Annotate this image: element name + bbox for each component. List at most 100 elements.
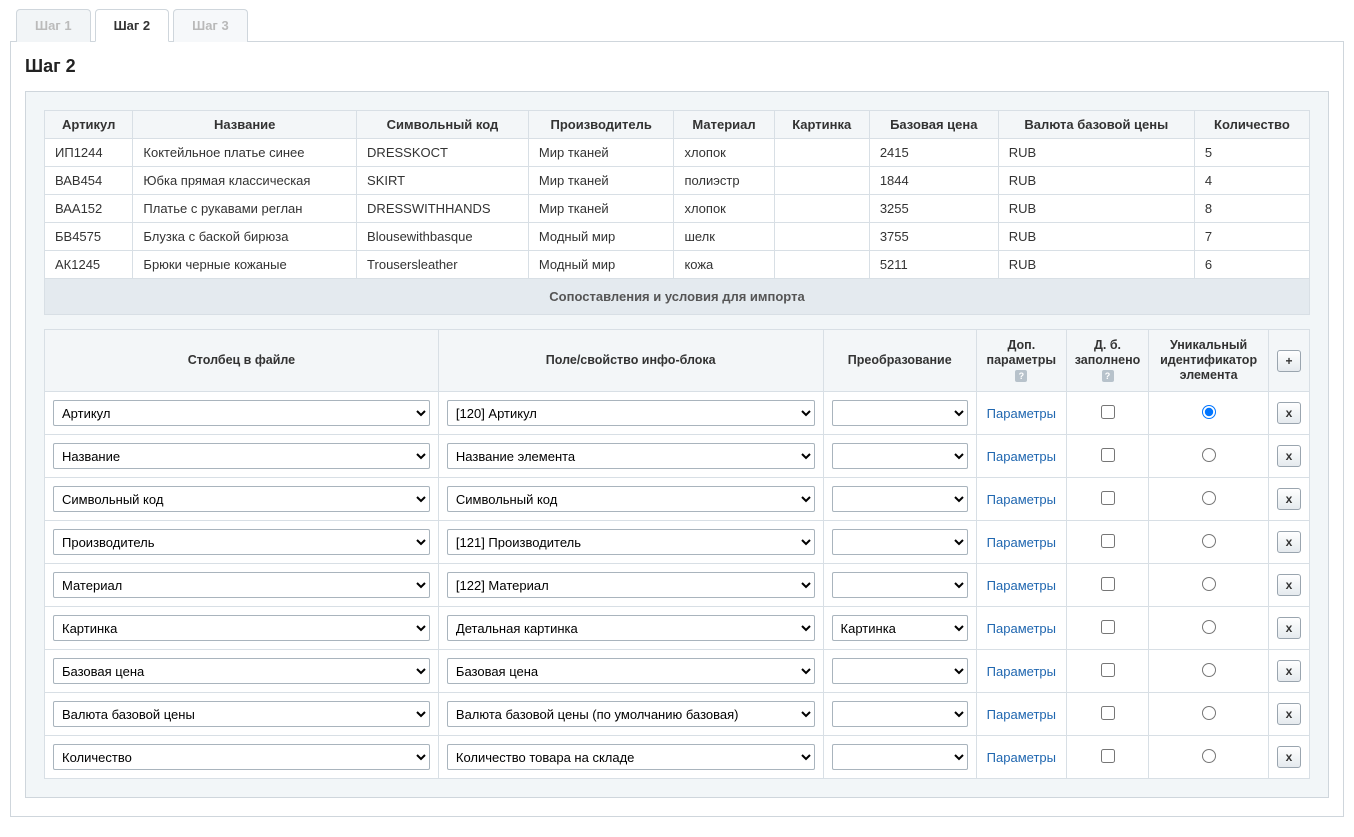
- delete-row-button[interactable]: x: [1277, 488, 1301, 510]
- preview-cell: Модный мир: [528, 223, 674, 251]
- file-column-select[interactable]: Материал: [53, 572, 430, 598]
- extra-params-link[interactable]: Параметры: [987, 492, 1056, 507]
- preview-cell: DRESSWITHHANDS: [357, 195, 529, 223]
- extra-params-link[interactable]: Параметры: [987, 578, 1056, 593]
- col-action: +: [1268, 330, 1309, 392]
- mapping-row: Производитель [121] Производитель Параметр…: [45, 521, 1310, 564]
- file-column-select[interactable]: Картинка: [53, 615, 430, 641]
- transform-select[interactable]: [832, 529, 968, 555]
- delete-row-button[interactable]: x: [1277, 402, 1301, 424]
- transform-select[interactable]: [832, 572, 968, 598]
- preview-cell: [774, 251, 869, 279]
- file-column-select[interactable]: Количество: [53, 744, 430, 770]
- transform-select[interactable]: [832, 400, 968, 426]
- iblock-field-select[interactable]: Базовая цена: [447, 658, 815, 684]
- preview-header: Название: [133, 111, 357, 139]
- file-column-select[interactable]: Производитель: [53, 529, 430, 555]
- preview-cell: хлопок: [674, 139, 774, 167]
- delete-row-button[interactable]: x: [1277, 531, 1301, 553]
- extra-params-link[interactable]: Параметры: [987, 535, 1056, 550]
- transform-select[interactable]: [832, 701, 968, 727]
- must-fill-checkbox[interactable]: [1101, 448, 1115, 462]
- preview-cell: хлопок: [674, 195, 774, 223]
- must-fill-checkbox[interactable]: [1101, 491, 1115, 505]
- preview-cell: Trousersleather: [357, 251, 529, 279]
- preview-cell: [774, 195, 869, 223]
- preview-cell: RUB: [998, 223, 1194, 251]
- delete-row-button[interactable]: x: [1277, 574, 1301, 596]
- transform-select[interactable]: [832, 486, 968, 512]
- iblock-field-select[interactable]: Название элемента: [447, 443, 815, 469]
- file-column-select[interactable]: Символьный код: [53, 486, 430, 512]
- uid-radio[interactable]: [1202, 749, 1216, 763]
- file-column-select[interactable]: Название: [53, 443, 430, 469]
- must-fill-checkbox[interactable]: [1101, 577, 1115, 591]
- iblock-field-select[interactable]: [121] Производитель: [447, 529, 815, 555]
- delete-row-button[interactable]: x: [1277, 703, 1301, 725]
- uid-radio[interactable]: [1202, 577, 1216, 591]
- iblock-field-select[interactable]: [120] Артикул: [447, 400, 815, 426]
- uid-radio[interactable]: [1202, 620, 1216, 634]
- extra-params-link[interactable]: Параметры: [987, 664, 1056, 679]
- extra-params-link[interactable]: Параметры: [987, 750, 1056, 765]
- extra-params-link[interactable]: Параметры: [987, 449, 1056, 464]
- preview-header: Валюта базовой цены: [998, 111, 1194, 139]
- tab-step-1[interactable]: Шаг 1: [16, 9, 91, 42]
- preview-cell: 2415: [869, 139, 998, 167]
- preview-cell: [774, 167, 869, 195]
- must-fill-checkbox[interactable]: [1101, 663, 1115, 677]
- iblock-field-select[interactable]: Количество товара на складе: [447, 744, 815, 770]
- preview-cell: 7: [1194, 223, 1309, 251]
- preview-cell: кожа: [674, 251, 774, 279]
- preview-cell: DRESSKOCT: [357, 139, 529, 167]
- iblock-field-select[interactable]: Валюта базовой цены (по умолчанию базова…: [447, 701, 815, 727]
- transform-select[interactable]: [832, 744, 968, 770]
- extra-params-link[interactable]: Параметры: [987, 621, 1056, 636]
- table-row: ВАВ454Юбка прямая классическаяSKIRTМир т…: [45, 167, 1310, 195]
- table-row: АК1245Брюки черные кожаныеTrousersleathe…: [45, 251, 1310, 279]
- uid-radio[interactable]: [1202, 663, 1216, 677]
- content-area: Артикул Название Символьный код Производите…: [25, 91, 1329, 798]
- preview-cell: SKIRT: [357, 167, 529, 195]
- iblock-field-select[interactable]: Детальная картинка: [447, 615, 815, 641]
- mapping-table: Столбец в файле Поле/свойство инфо-блока…: [44, 329, 1310, 779]
- preview-cell: [774, 223, 869, 251]
- file-column-select[interactable]: Валюта базовой цены: [53, 701, 430, 727]
- preview-cell: 3755: [869, 223, 998, 251]
- must-fill-checkbox[interactable]: [1101, 405, 1115, 419]
- extra-params-link[interactable]: Параметры: [987, 406, 1056, 421]
- preview-cell: полиэстр: [674, 167, 774, 195]
- preview-header: Картинка: [774, 111, 869, 139]
- uid-radio[interactable]: [1202, 534, 1216, 548]
- uid-radio[interactable]: [1202, 405, 1216, 419]
- delete-row-button[interactable]: x: [1277, 660, 1301, 682]
- file-column-select[interactable]: Базовая цена: [53, 658, 430, 684]
- add-row-button[interactable]: +: [1277, 350, 1301, 372]
- tab-step-3: Шаг 3: [173, 9, 248, 42]
- must-fill-checkbox[interactable]: [1101, 534, 1115, 548]
- iblock-field-select[interactable]: Символьный код: [447, 486, 815, 512]
- help-icon[interactable]: ?: [1102, 370, 1114, 382]
- mapping-row: Название Название элемента Параметры x: [45, 435, 1310, 478]
- col-field: Поле/свойство инфо-блока: [438, 330, 823, 392]
- transform-select[interactable]: Картинка: [832, 615, 968, 641]
- must-fill-checkbox[interactable]: [1101, 706, 1115, 720]
- tab-step-2[interactable]: Шаг 2: [95, 9, 170, 42]
- uid-radio[interactable]: [1202, 448, 1216, 462]
- extra-params-link[interactable]: Параметры: [987, 707, 1056, 722]
- transform-select[interactable]: [832, 658, 968, 684]
- preview-cell: ВАА152: [45, 195, 133, 223]
- delete-row-button[interactable]: x: [1277, 746, 1301, 768]
- iblock-field-select[interactable]: [122] Материал: [447, 572, 815, 598]
- help-icon[interactable]: ?: [1015, 370, 1027, 382]
- uid-radio[interactable]: [1202, 706, 1216, 720]
- must-fill-checkbox[interactable]: [1101, 620, 1115, 634]
- transform-select[interactable]: [832, 443, 968, 469]
- preview-header: Количество: [1194, 111, 1309, 139]
- must-fill-checkbox[interactable]: [1101, 749, 1115, 763]
- delete-row-button[interactable]: x: [1277, 445, 1301, 467]
- delete-row-button[interactable]: x: [1277, 617, 1301, 639]
- preview-cell: Мир тканей: [528, 139, 674, 167]
- uid-radio[interactable]: [1202, 491, 1216, 505]
- file-column-select[interactable]: Артикул: [53, 400, 430, 426]
